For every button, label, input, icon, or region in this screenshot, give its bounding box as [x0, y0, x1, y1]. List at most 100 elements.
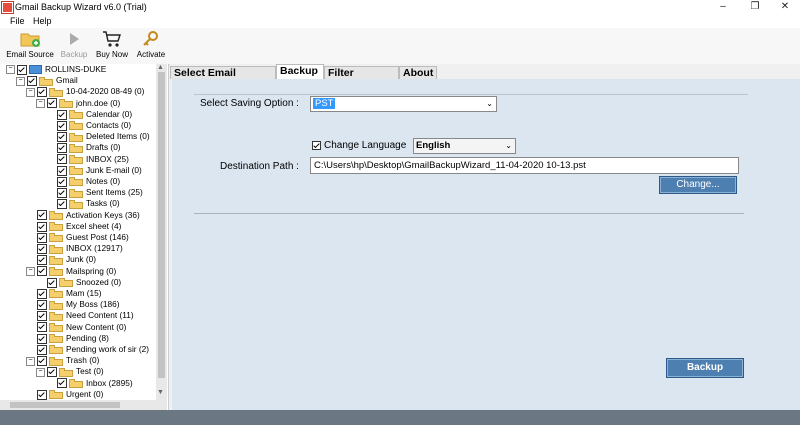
tree-checkbox[interactable] — [57, 109, 67, 120]
menu-help[interactable]: Help — [33, 16, 52, 26]
tree-checkbox[interactable] — [47, 98, 57, 109]
tree-expander-icon[interactable]: − — [26, 87, 35, 97]
change-language-checkbox[interactable] — [312, 141, 321, 150]
tree-node[interactable]: Pending (8) — [26, 333, 109, 344]
tree-checkbox[interactable] — [57, 378, 67, 389]
tree-checkbox[interactable] — [17, 64, 27, 75]
tree-node[interactable]: Junk E-mail (0) — [46, 165, 142, 176]
close-button[interactable]: ✕ — [770, 0, 800, 15]
backup-toolbar-button[interactable]: Backup — [58, 30, 90, 62]
tree-checkbox[interactable] — [37, 389, 47, 400]
tree-node[interactable]: − ROLLINS-DUKE — [6, 64, 106, 75]
tree-node[interactable]: Inbox (2895) — [46, 378, 133, 389]
tree-checkbox[interactable] — [37, 356, 47, 366]
tree-checkbox[interactable] — [37, 344, 47, 355]
tree-checkbox[interactable] — [57, 154, 67, 165]
tree-node[interactable]: INBOX (12917) — [26, 243, 123, 254]
tree-checkbox[interactable] — [37, 300, 47, 310]
scroll-up-icon[interactable]: ▲ — [157, 64, 164, 71]
tree-checkbox[interactable] — [57, 199, 67, 210]
backup-play-icon — [70, 33, 79, 45]
activate-button[interactable]: Activate — [135, 30, 167, 62]
tree-node[interactable]: − Mailspring (0) — [26, 266, 116, 277]
tree-checkbox[interactable] — [57, 132, 67, 142]
tree-expander-icon[interactable]: − — [36, 98, 45, 108]
tree-node[interactable]: New Content (0) — [26, 322, 126, 333]
tree-expander-icon[interactable]: − — [6, 65, 15, 75]
tree-node[interactable]: Mam (15) — [26, 288, 102, 299]
tree-checkbox[interactable] — [27, 76, 37, 86]
hscrollbar-thumb[interactable] — [10, 402, 120, 408]
buy-now-button[interactable]: Buy Now — [94, 30, 130, 62]
tree-checkbox[interactable] — [37, 87, 47, 98]
tab-about[interactable]: About — [399, 66, 437, 79]
tree-checkbox[interactable] — [37, 333, 47, 344]
tree-node[interactable]: Contacts (0) — [46, 120, 131, 131]
tree-node[interactable]: INBOX (25) — [46, 154, 129, 165]
tree-expander-icon[interactable]: − — [26, 356, 35, 366]
tree-checkbox[interactable] — [37, 322, 47, 333]
tree-checkbox[interactable] — [37, 255, 47, 266]
tree-checkbox[interactable] — [57, 188, 67, 198]
tree-node[interactable]: Calendar (0) — [46, 109, 132, 120]
tree-checkbox[interactable] — [37, 244, 47, 254]
tree-checkbox[interactable] — [37, 210, 47, 221]
tree-node[interactable]: Activation Keys (36) — [26, 210, 140, 221]
tree-checkbox[interactable] — [57, 165, 67, 176]
tree-node[interactable]: − Test (0) — [36, 366, 104, 378]
tree-checkbox[interactable] — [37, 311, 47, 322]
email-source-button[interactable]: Email Source — [6, 30, 54, 62]
tab-filter-options[interactable]: Filter Options — [324, 66, 399, 92]
backup-button[interactable]: Backup — [666, 358, 744, 378]
app-logo-icon — [2, 2, 13, 13]
tree-node[interactable]: Drafts (0) — [46, 142, 121, 154]
tree-node[interactable]: Sent Items (25) — [46, 187, 143, 198]
tree-checkbox[interactable] — [37, 232, 47, 243]
tree-node[interactable]: − 10-04-2020 08-49 (0) — [26, 86, 144, 98]
tree-checkbox[interactable] — [37, 266, 47, 277]
tree-checkbox[interactable] — [47, 367, 57, 378]
tree-node-label: Snoozed (0) — [76, 276, 122, 287]
maximize-button[interactable]: ❐ — [740, 0, 770, 15]
tree-horizontal-scrollbar[interactable] — [0, 400, 156, 410]
status-bar — [0, 410, 800, 425]
tab-select-email-source[interactable]: Select Email Source — [170, 66, 276, 92]
tree-node[interactable]: − Gmail — [16, 75, 78, 86]
tree-node-label: Drafts (0) — [86, 142, 121, 153]
folder-icon — [49, 300, 63, 310]
tree-expander-icon[interactable]: − — [16, 76, 25, 86]
tree-node[interactable]: Excel sheet (4) — [26, 221, 121, 232]
tree-node[interactable]: Urgent (0) — [26, 389, 103, 400]
tree-node[interactable]: − john.doe (0) — [36, 98, 120, 109]
tree-node[interactable]: Need Content (11) — [26, 310, 134, 322]
tree-node[interactable]: Pending work of sir (2) — [26, 344, 149, 355]
tree-node[interactable]: Deleted Items (0) — [46, 131, 150, 142]
tree-node[interactable]: Notes (0) — [46, 176, 120, 187]
tree-node[interactable]: − Trash (0) — [26, 355, 99, 366]
scroll-down-icon[interactable]: ▼ — [157, 389, 164, 396]
scrollbar-thumb[interactable] — [158, 72, 165, 378]
tree-checkbox[interactable] — [47, 277, 57, 288]
destination-path-input[interactable]: C:\Users\hp\Desktop\GmailBackupWizard_11… — [310, 157, 739, 174]
tree-vertical-scrollbar[interactable]: ▲ ▼ — [156, 64, 167, 410]
tab-backup[interactable]: Backup — [276, 64, 324, 79]
change-path-button[interactable]: Change... — [659, 176, 737, 194]
tree-checkbox[interactable] — [57, 143, 67, 154]
tree-node-label: Pending work of sir (2) — [66, 344, 150, 354]
language-select[interactable]: English ⌄ — [413, 138, 516, 154]
tree-node[interactable]: Junk (0) — [26, 254, 96, 266]
tree-node[interactable]: Tasks (0) — [46, 198, 120, 210]
tree-expander-icon[interactable]: − — [36, 367, 45, 377]
tree-node[interactable]: Guest Post (146) — [26, 232, 129, 243]
menu-file[interactable]: File — [10, 16, 25, 26]
tree-checkbox[interactable] — [57, 176, 67, 187]
tab-strip: Select Email Source Backup Filter Option… — [170, 64, 800, 92]
tree-checkbox[interactable] — [57, 120, 67, 131]
tree-checkbox[interactable] — [37, 288, 47, 299]
minimize-button[interactable]: – — [708, 0, 738, 15]
tree-node[interactable]: My Boss (186) — [26, 299, 119, 310]
tree-expander-icon[interactable]: − — [26, 266, 35, 276]
tree-node[interactable]: Snoozed (0) — [36, 277, 121, 288]
tree-checkbox[interactable] — [37, 221, 47, 232]
saving-option-select[interactable]: PST ⌄ — [310, 96, 497, 112]
